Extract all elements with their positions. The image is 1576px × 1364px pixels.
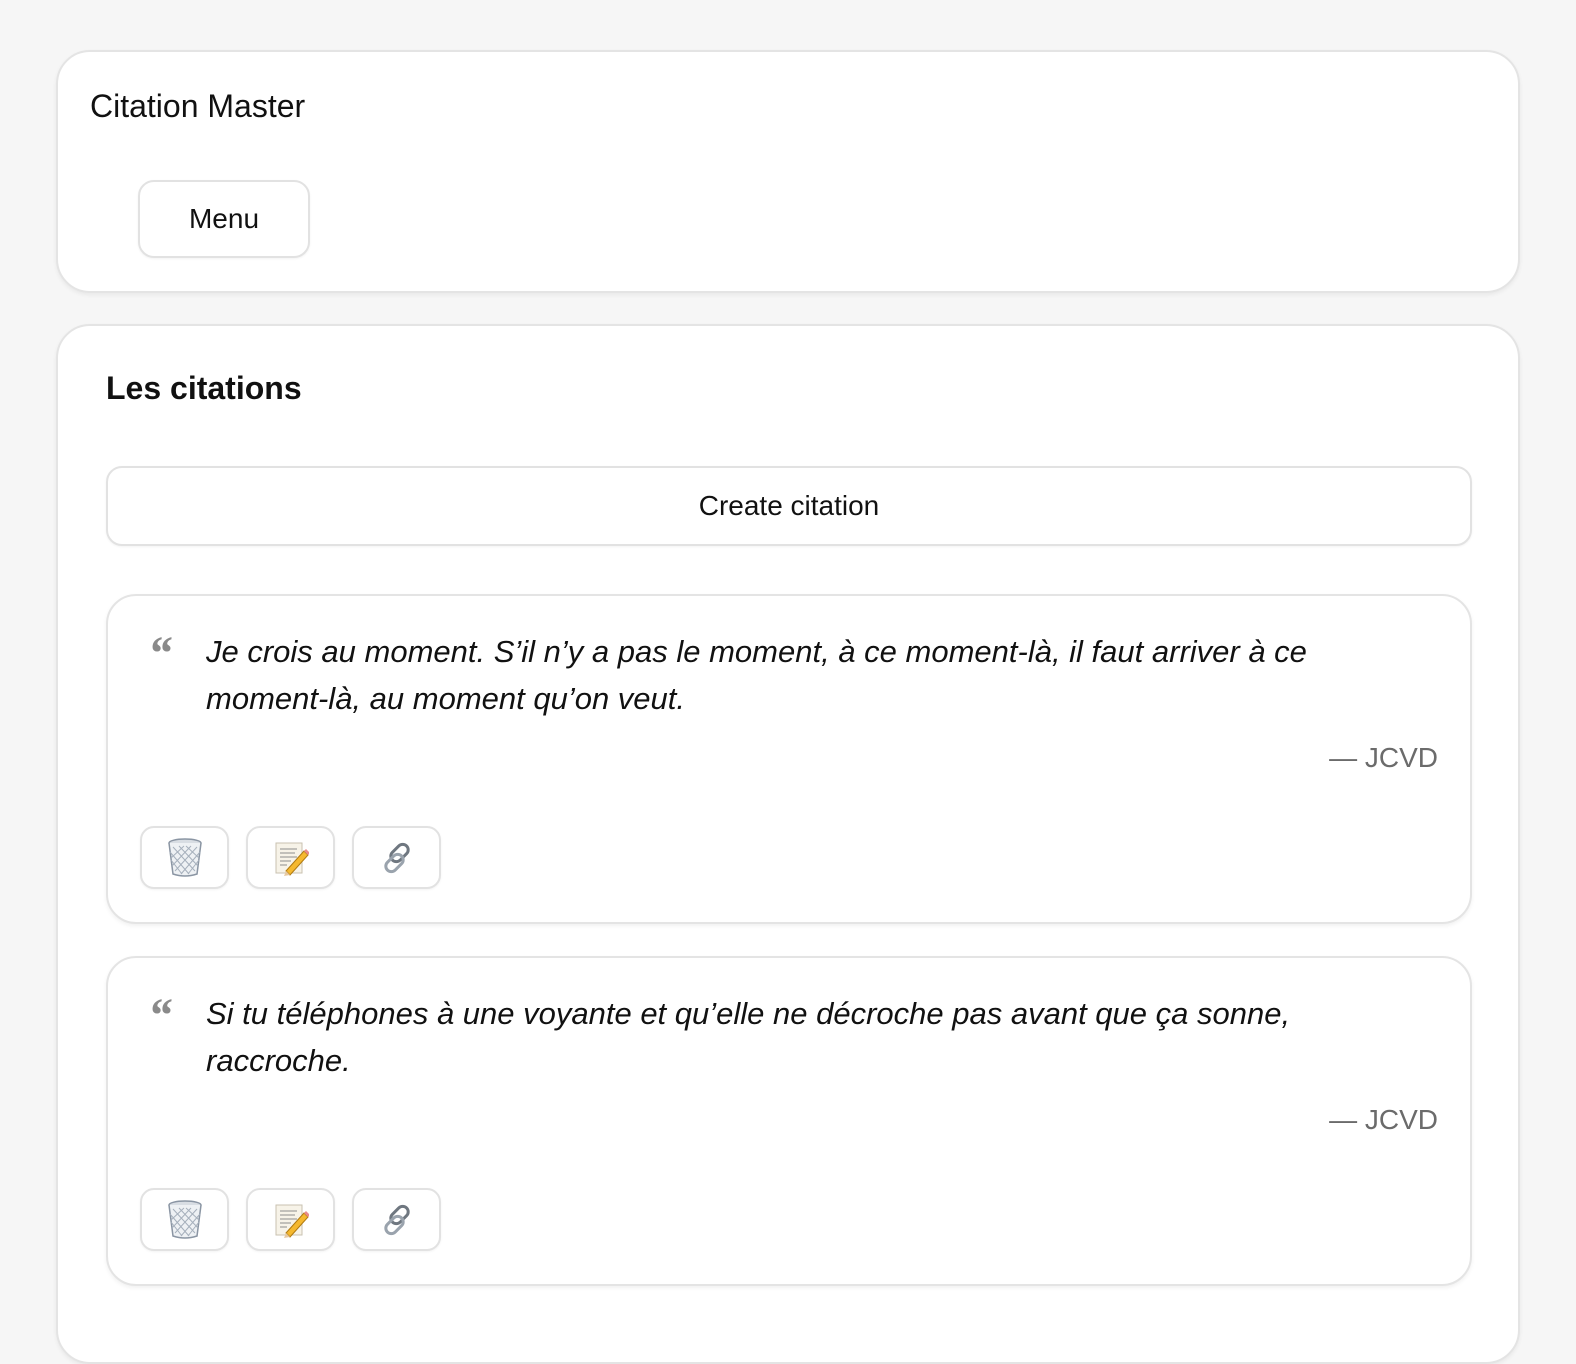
trash-icon xyxy=(167,837,202,877)
citation-card: “ Je crois au moment. S’il n’y a pas le … xyxy=(106,594,1472,924)
citation-author: — JCVD xyxy=(1329,742,1438,773)
quote-mark-icon: “ xyxy=(148,627,172,680)
create-citation-button[interactable]: Create citation xyxy=(106,466,1472,546)
citation-card: “ Si tu téléphones à une voyante et qu’e… xyxy=(106,956,1472,1286)
delete-button[interactable] xyxy=(140,826,229,889)
link-button[interactable] xyxy=(352,1188,441,1251)
quote-mark-icon: “ xyxy=(148,989,172,1042)
link-icon xyxy=(383,842,410,873)
delete-button[interactable] xyxy=(140,1188,229,1251)
citation-actions xyxy=(140,826,441,889)
citations-panel: Les citations Create citation “ Je crois… xyxy=(56,324,1520,1364)
trash-icon xyxy=(167,1199,202,1239)
citation-actions xyxy=(140,1188,441,1251)
edit-memo-icon xyxy=(275,1204,309,1238)
header-card: Citation Master Menu xyxy=(56,50,1520,293)
link-icon xyxy=(383,1204,410,1235)
section-title: Les citations xyxy=(106,370,302,406)
menu-button[interactable]: Menu xyxy=(138,180,310,258)
app-title: Citation Master xyxy=(90,88,306,124)
citation-author: — JCVD xyxy=(1329,1104,1438,1135)
edit-button[interactable] xyxy=(246,826,335,889)
edit-memo-icon xyxy=(275,842,309,876)
citation-text: Je crois au moment. S’il n’y a pas le mo… xyxy=(206,634,1307,716)
link-button[interactable] xyxy=(352,826,441,889)
citation-text: Si tu téléphones à une voyante et qu’ell… xyxy=(206,996,1291,1078)
edit-button[interactable] xyxy=(246,1188,335,1251)
